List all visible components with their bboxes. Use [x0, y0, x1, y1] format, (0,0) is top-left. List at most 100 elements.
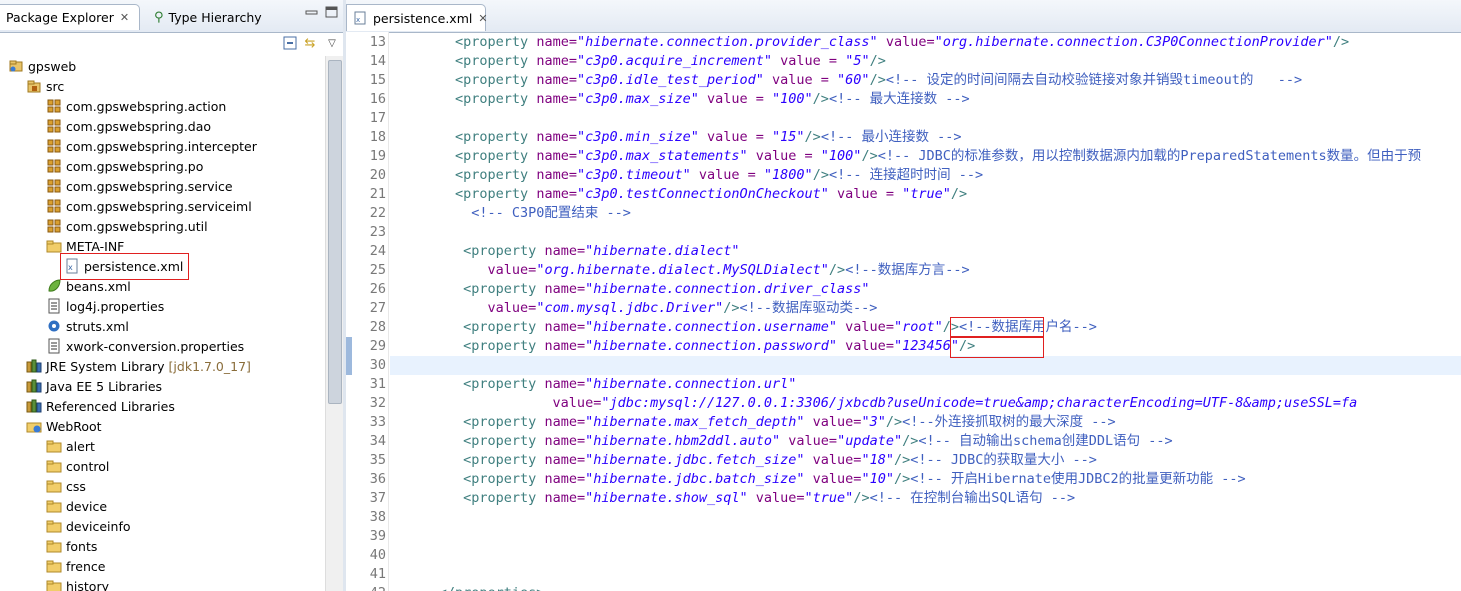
package-icon [46, 98, 62, 114]
code-line[interactable]: value="com.mysql.jdbc.Driver"/><!--数据库驱动… [390, 299, 878, 318]
code-line[interactable]: <property name="c3p0.testConnectionOnChe… [390, 185, 967, 204]
code-token: /> [869, 53, 886, 69]
tree-item[interactable]: com.gpswebspring.service [46, 176, 233, 196]
tree-item[interactable]: gpsweb [8, 56, 76, 76]
code-token: "5" [845, 53, 870, 69]
maximize-icon[interactable] [325, 6, 338, 18]
code-line[interactable]: <property name="c3p0.max_size" value = "… [390, 90, 970, 109]
tree-item[interactable]: com.gpswebspring.po [46, 156, 203, 176]
code-line[interactable]: value="jdbc:mysql://127.0.0.1:3306/jxbcd… [390, 394, 1358, 413]
code-line[interactable]: <property name="c3p0.max_statements" val… [390, 147, 1421, 166]
code-token: "60" [837, 72, 870, 88]
close-icon[interactable]: ✕ [478, 12, 487, 25]
code-token: "hibernate.connection.url" [585, 376, 797, 392]
tree-item[interactable]: src [26, 76, 64, 96]
tree-item[interactable]: control [46, 456, 109, 476]
code-line[interactable]: <property name="hibernate.connection.dri… [390, 280, 869, 299]
code-line[interactable]: <property name="c3p0.idle_test_period" v… [390, 71, 1302, 90]
minimize-icon[interactable] [305, 6, 318, 18]
code-token: "c3p0.timeout" [576, 167, 691, 183]
code-token: name= [536, 34, 577, 50]
code-line[interactable]: <property name="hibernate.jdbc.fetch_siz… [390, 451, 1097, 470]
tree-item-label: com.gpswebspring.service [66, 178, 233, 194]
code-line[interactable]: <property name="hibernate.max_fetch_dept… [390, 413, 1115, 432]
code-token: name= [544, 319, 586, 335]
tree-scrollbar[interactable] [325, 56, 343, 591]
tree-item[interactable]: com.gpswebspring.util [46, 216, 208, 236]
line-number: 42 [352, 584, 388, 591]
tree-item[interactable]: beans.xml [46, 276, 131, 296]
code-token: name= [544, 452, 586, 468]
tree-item[interactable]: device [46, 496, 107, 516]
line-number: 24 [369, 243, 386, 259]
tree-item[interactable]: css [46, 476, 86, 496]
tree-item-label: css [66, 478, 86, 494]
code-line[interactable]: <property name="hibernate.connection.pas… [390, 337, 975, 356]
tree-item[interactable]: history [46, 576, 109, 591]
code-line[interactable]: <property name="hibernate.dialect" [390, 242, 739, 261]
tree-item[interactable]: deviceinfo [46, 516, 131, 536]
line-number: 22 [369, 205, 386, 221]
package-icon [46, 138, 62, 154]
code-token: <property [390, 186, 537, 202]
code-line[interactable]: value="org.hibernate.dialect.MySQLDialec… [390, 261, 970, 280]
code-token: "root" [893, 319, 943, 335]
link-with-editor-icon[interactable]: ⇆ [302, 36, 318, 52]
tree-item[interactable]: com.gpswebspring.dao [46, 116, 211, 136]
tree-item[interactable]: WebRoot [26, 416, 102, 436]
tree-item[interactable]: alert [46, 436, 95, 456]
tree-item-label: com.gpswebspring.action [66, 98, 227, 114]
tree-item[interactable]: log4j.properties [46, 296, 164, 316]
code-line[interactable]: <!-- C3P0配置结束 --> [390, 204, 631, 223]
editor-tab-bar: x persistence.xml ✕ [346, 0, 1461, 33]
code-token: /> [812, 91, 829, 107]
tree-item[interactable]: Referenced Libraries [26, 396, 175, 416]
close-icon[interactable]: ✕ [120, 11, 129, 24]
code-token: <property [390, 471, 545, 487]
code-token: name= [536, 186, 577, 202]
tab-type-hierarchy-label: Type Hierarchy [168, 9, 262, 25]
code-line[interactable]: <property name="hibernate.hbm2ddl.auto" … [390, 432, 1173, 451]
tree-item[interactable]: JRE System Library [jdk1.7.0_17] [26, 356, 251, 376]
tree-item[interactable]: com.gpswebspring.intercepter [46, 136, 257, 156]
code-token: name= [544, 338, 586, 354]
line-number-gutter: 13 14 15 16 17 18 19 20 21 22 23 24 25 26 27 28 29 30 31 32… [352, 32, 388, 591]
code-token: <!-- 最小连接数 --> [820, 129, 962, 145]
code-token: "true" [902, 186, 951, 202]
tree-item[interactable]: xwork-conversion.properties [46, 336, 244, 356]
tree-item[interactable]: x persistence.xml [64, 256, 183, 276]
tree-item[interactable]: fonts [46, 536, 97, 556]
source-folder-icon [26, 78, 42, 94]
line-number: 34 [369, 433, 386, 449]
tree-item[interactable]: META-INF [46, 236, 124, 256]
folder-icon [46, 518, 62, 534]
code-line[interactable]: <property name="c3p0.acquire_increment" … [390, 52, 886, 71]
tab-type-hierarchy[interactable]: ⚲ Type Hierarchy [150, 4, 264, 30]
code-token: "hibernate.hbm2ddl.auto" [585, 433, 781, 449]
code-line[interactable]: <property name="c3p0.timeout" value = "1… [390, 166, 983, 185]
code-token: "hibernate.max_fetch_depth" [585, 414, 805, 430]
scrollbar-thumb[interactable] [328, 60, 342, 404]
tree-item-label: src [46, 78, 65, 94]
code-line[interactable]: <property name="hibernate.connection.use… [390, 318, 1097, 337]
tree-item[interactable]: struts.xml [46, 316, 129, 336]
code-line[interactable]: <property name="hibernate.connection.pro… [390, 33, 1349, 52]
code-token: value = [763, 72, 838, 88]
tree-item[interactable]: frence [46, 556, 105, 576]
tab-persistence-xml[interactable]: x persistence.xml ✕ [346, 4, 488, 31]
view-menu-icon[interactable]: ▽ [324, 36, 340, 52]
tree-item[interactable]: com.gpswebspring.serviceiml [46, 196, 252, 216]
collapse-all-icon[interactable] [282, 36, 298, 52]
code-token: <!-- 自动输出schema创建DDL语句 --> [918, 433, 1173, 449]
tree-item[interactable]: Java EE 5 Libraries [26, 376, 162, 396]
tab-package-explorer[interactable]: Package Explorer ✕ [0, 4, 140, 30]
code-line[interactable]: <property name="c3p0.min_size" value = "… [390, 128, 961, 147]
code-area[interactable]: <property name="hibernate.connection.pro… [390, 32, 1461, 591]
code-line[interactable]: <property name="hibernate.connection.url… [390, 375, 796, 394]
code-token: value = [747, 148, 821, 164]
code-line[interactable]: </properties> [390, 584, 545, 591]
code-line[interactable]: <property name="hibernate.jdbc.batch_siz… [390, 470, 1246, 489]
tree-item[interactable]: com.gpswebspring.action [46, 96, 226, 116]
tree-item-label: persistence.xml [84, 258, 184, 274]
code-line[interactable]: <property name="hibernate.show_sql" valu… [390, 489, 1075, 508]
